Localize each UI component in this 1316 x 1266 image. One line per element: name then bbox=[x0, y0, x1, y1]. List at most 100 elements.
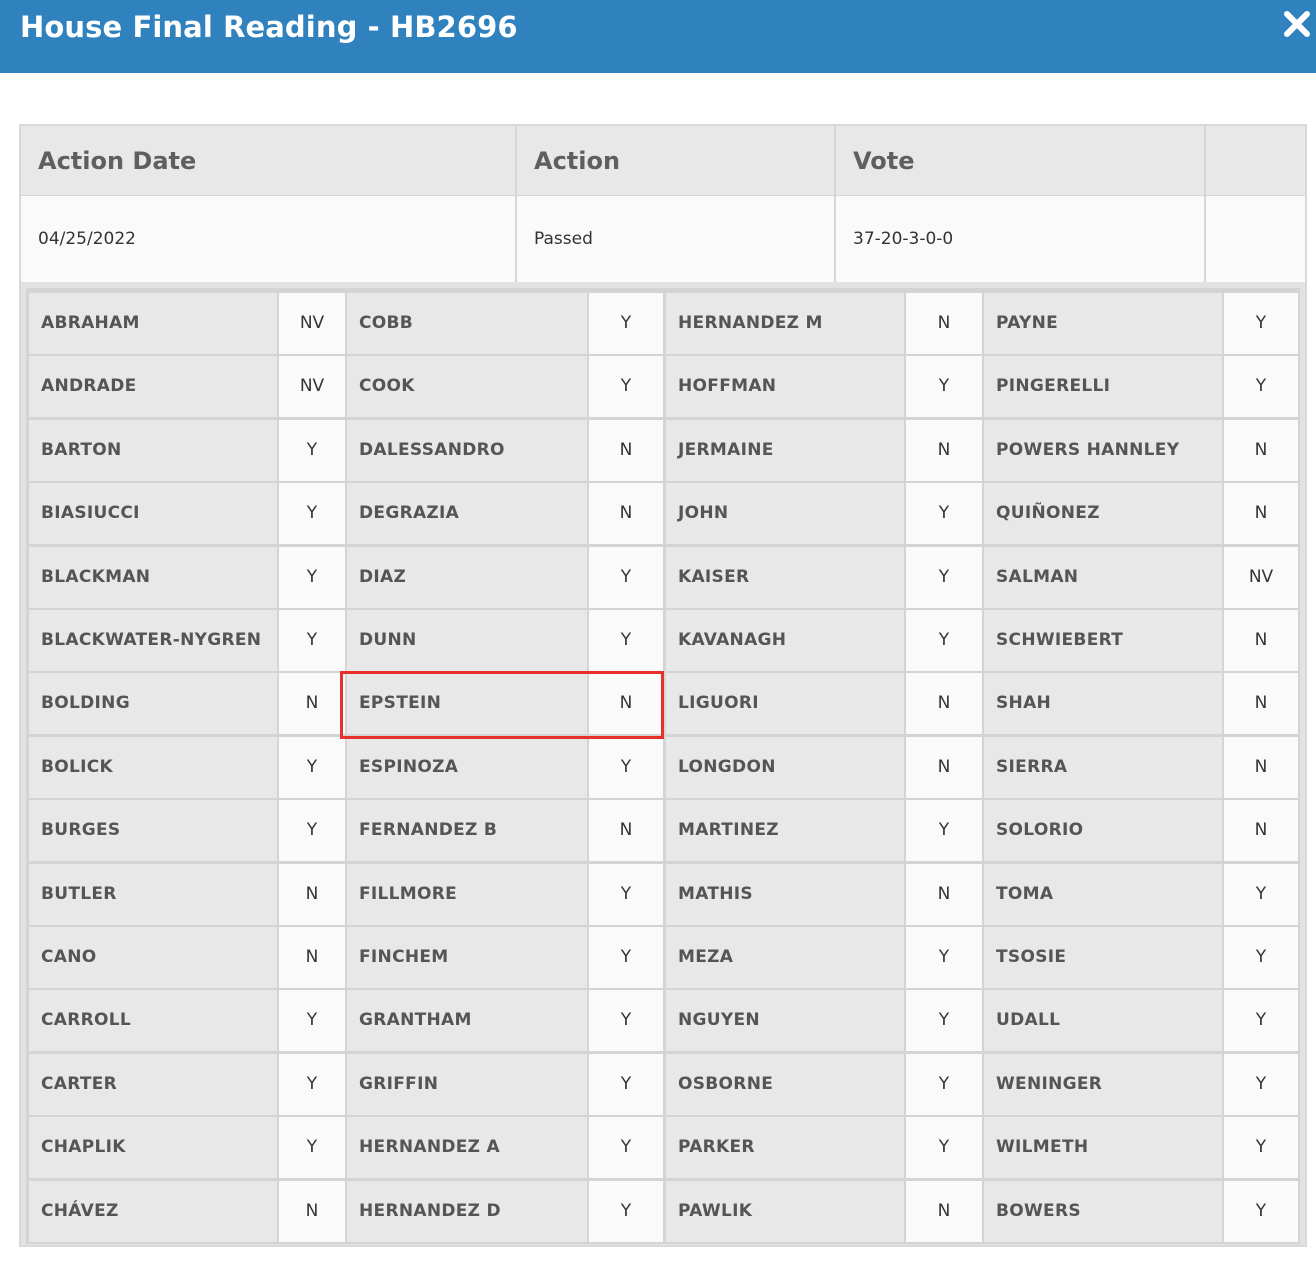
member-name: HOFFMAN bbox=[666, 356, 904, 418]
member-name: OSBORNE bbox=[666, 1053, 904, 1115]
member-vote: Y bbox=[279, 483, 345, 545]
member-vote: Y bbox=[279, 1117, 345, 1179]
member-name: CHAPLIK bbox=[29, 1117, 277, 1179]
member-vote: N bbox=[1224, 736, 1298, 798]
member-vote: Y bbox=[1224, 1117, 1298, 1179]
member-vote: Y bbox=[1224, 1053, 1298, 1115]
member-name: DEGRAZIA bbox=[347, 483, 587, 545]
member-vote: Y bbox=[589, 990, 663, 1052]
summary-header-row: Action Date Action Vote bbox=[21, 126, 1305, 196]
member-name: NGUYEN bbox=[666, 990, 904, 1052]
dialog-title: House Final Reading - HB2696 bbox=[20, 10, 518, 44]
member-vote: Y bbox=[906, 356, 982, 418]
member-name: BLACKMAN bbox=[29, 546, 277, 608]
member-name: COBB bbox=[347, 293, 587, 354]
member-vote: Y bbox=[906, 483, 982, 545]
dialog-title-bar: House Final Reading - HB2696 bbox=[0, 0, 1316, 73]
member-vote: Y bbox=[279, 419, 345, 481]
member-name: MARTINEZ bbox=[666, 800, 904, 862]
member-name: DUNN bbox=[347, 610, 587, 671]
member-name: BUTLER bbox=[29, 863, 277, 925]
member-name: SIERRA bbox=[984, 736, 1222, 798]
member-vote: N bbox=[589, 673, 663, 735]
member-name: SCHWIEBERT bbox=[984, 610, 1222, 671]
member-vote: Y bbox=[906, 800, 982, 862]
member-vote: N bbox=[1224, 483, 1298, 545]
member-name: SALMAN bbox=[984, 546, 1222, 608]
member-vote: Y bbox=[1224, 863, 1298, 925]
member-name: KAISER bbox=[666, 546, 904, 608]
member-vote: N bbox=[589, 800, 663, 862]
member-vote: Y bbox=[589, 1180, 663, 1242]
member-vote: Y bbox=[906, 610, 982, 671]
member-vote: N bbox=[906, 736, 982, 798]
member-name: BLACKWATER-NYGREN bbox=[29, 610, 277, 671]
member-vote: Y bbox=[1224, 990, 1298, 1052]
member-name: FERNANDEZ B bbox=[347, 800, 587, 862]
member-name: WENINGER bbox=[984, 1053, 1222, 1115]
member-name: BOLICK bbox=[29, 736, 277, 798]
member-vote: N bbox=[906, 1180, 982, 1242]
member-vote: NV bbox=[279, 293, 345, 354]
member-vote: Y bbox=[589, 863, 663, 925]
member-name: DIAZ bbox=[347, 546, 587, 608]
member-name: QUIÑONEZ bbox=[984, 483, 1222, 545]
member-vote: Y bbox=[589, 546, 663, 608]
member-name: JOHN bbox=[666, 483, 904, 545]
close-icon[interactable] bbox=[1281, 8, 1313, 40]
member-name: PAWLIK bbox=[666, 1180, 904, 1242]
member-name: PARKER bbox=[666, 1117, 904, 1179]
member-vote: Y bbox=[279, 546, 345, 608]
member-name: TSOSIE bbox=[984, 927, 1222, 988]
member-name: GRANTHAM bbox=[347, 990, 587, 1052]
member-name: POWERS HANNLEY bbox=[984, 419, 1222, 481]
member-vote: N bbox=[589, 419, 663, 481]
member-vote: Y bbox=[279, 736, 345, 798]
member-name: CARROLL bbox=[29, 990, 277, 1052]
member-name: DALESSANDRO bbox=[347, 419, 587, 481]
member-name: ANDRADE bbox=[29, 356, 277, 418]
member-name: PINGERELLI bbox=[984, 356, 1222, 418]
member-vote: Y bbox=[906, 1053, 982, 1115]
member-name: FILLMORE bbox=[347, 863, 587, 925]
member-vote: Y bbox=[906, 1117, 982, 1179]
member-vote: N bbox=[1224, 610, 1298, 671]
member-vote: Y bbox=[589, 1053, 663, 1115]
member-name: COOK bbox=[347, 356, 587, 418]
member-vote: N bbox=[279, 927, 345, 988]
vote-tally-value: 37-20-3-0-0 bbox=[836, 196, 1206, 282]
member-name: LONGDON bbox=[666, 736, 904, 798]
member-name: HERNANDEZ M bbox=[666, 293, 904, 354]
member-vote: N bbox=[1224, 800, 1298, 862]
member-name: HERNANDEZ D bbox=[347, 1180, 587, 1242]
member-name: TOMA bbox=[984, 863, 1222, 925]
member-name: MATHIS bbox=[666, 863, 904, 925]
member-name: BOWERS bbox=[984, 1180, 1222, 1242]
member-name: ABRAHAM bbox=[29, 293, 277, 354]
member-vote: N bbox=[279, 1180, 345, 1242]
member-name: PAYNE bbox=[984, 293, 1222, 354]
member-name: UDALL bbox=[984, 990, 1222, 1052]
member-name: SHAH bbox=[984, 673, 1222, 735]
member-name: CARTER bbox=[29, 1053, 277, 1115]
member-name: CANO bbox=[29, 927, 277, 988]
member-vote: Y bbox=[279, 800, 345, 862]
empty-value bbox=[1206, 196, 1305, 282]
member-vote: Y bbox=[906, 546, 982, 608]
header-empty bbox=[1206, 126, 1305, 195]
member-vote: Y bbox=[279, 1053, 345, 1115]
member-name: JERMAINE bbox=[666, 419, 904, 481]
member-vote: N bbox=[906, 673, 982, 735]
member-vote: Y bbox=[589, 356, 663, 418]
member-vote: N bbox=[589, 483, 663, 545]
header-action-date: Action Date bbox=[21, 126, 517, 195]
member-vote: Y bbox=[589, 610, 663, 671]
member-vote: Y bbox=[906, 990, 982, 1052]
member-name: FINCHEM bbox=[347, 927, 587, 988]
member-vote: N bbox=[906, 863, 982, 925]
member-name: CHÁVEZ bbox=[29, 1180, 277, 1242]
vote-detail-panel: Action Date Action Vote 04/25/2022 Passe… bbox=[19, 124, 1307, 1247]
member-vote: Y bbox=[279, 610, 345, 671]
member-vote: Y bbox=[589, 1117, 663, 1179]
member-name: MEZA bbox=[666, 927, 904, 988]
